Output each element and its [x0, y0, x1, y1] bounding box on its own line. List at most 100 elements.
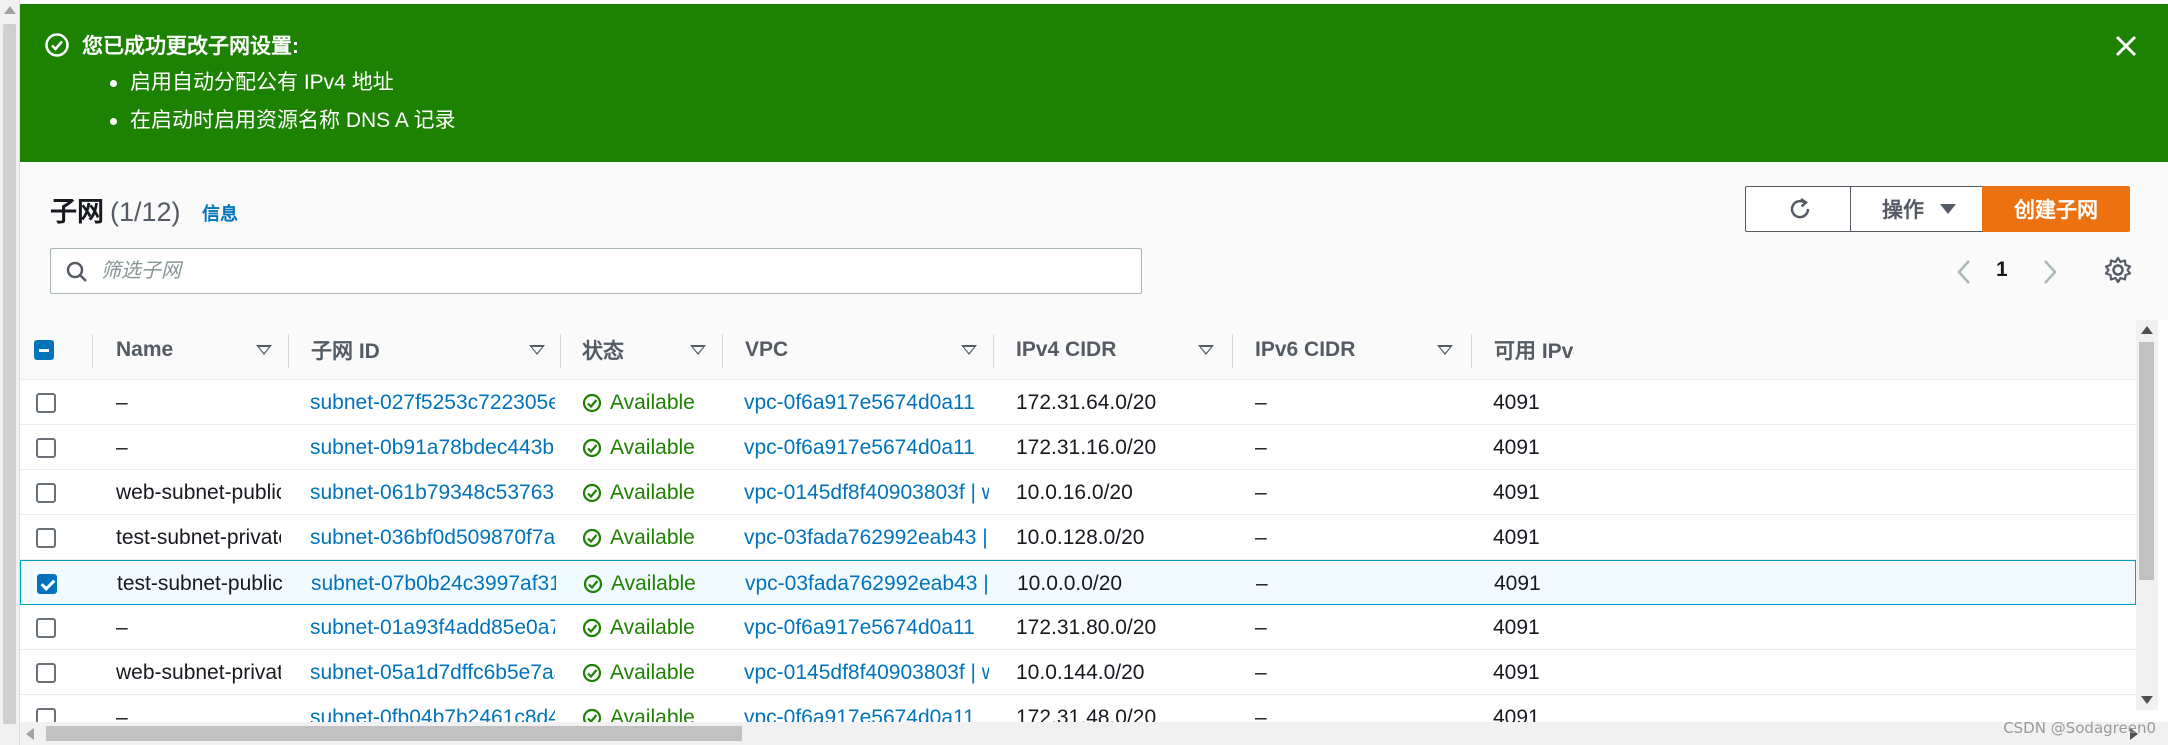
table-row[interactable]: test-subnet-private… subnet-036bf0d509870… [20, 515, 2136, 560]
column-header-available-ipv4[interactable]: 可用 IPv4 [1494, 320, 1574, 380]
cell-status: Available [582, 605, 717, 650]
cell-subnet-id[interactable]: subnet-036bf0d509870f7a3 [310, 515, 555, 560]
status-check-icon [582, 528, 602, 547]
cell-name: – [116, 390, 128, 414]
sort-caret-icon[interactable] [1437, 345, 1453, 355]
status-check-icon [582, 438, 602, 457]
table-row[interactable]: – subnet-027f5253c722305ee Available vpc-0f… [20, 380, 2136, 425]
row-checkbox[interactable] [36, 482, 56, 503]
table-hscroll-thumb[interactable] [46, 726, 742, 741]
flash-list: 启用自动分配公有 IPv4 地址 在启动时启用资源名称 DNS A 记录 [110, 68, 456, 144]
cell-vpc[interactable]: vpc-0f6a917e5674d0a11 [744, 605, 989, 650]
scroll-down-arrow-icon[interactable] [2141, 696, 2153, 704]
sort-caret-icon[interactable] [529, 345, 545, 355]
cell-status: Available [582, 470, 717, 515]
table-row[interactable]: – subnet-0b91a78bdec443b2c Available vpc-0f… [20, 425, 2136, 470]
column-header-vpc[interactable]: VPC [745, 320, 995, 380]
row-checkbox[interactable] [36, 617, 56, 638]
row-checkbox[interactable] [36, 527, 56, 548]
page-scroll-thumb[interactable] [3, 24, 16, 724]
current-page-number[interactable]: 1 [1996, 258, 2008, 282]
success-flashbar: 您已成功更改子网设置: 启用自动分配公有 IPv4 地址 在启动时启用资源名称 … [20, 4, 2168, 162]
sort-caret-icon[interactable] [1198, 345, 1214, 355]
close-icon[interactable] [2112, 32, 2140, 60]
column-header-label: IPv4 CIDR [1016, 338, 1117, 361]
cell-subnet-id[interactable]: subnet-07b0b24c3997af31b [311, 561, 556, 606]
row-select-cell [36, 425, 56, 470]
search-input[interactable] [101, 255, 1121, 287]
table-header: Name 子网 ID 状态 VPC IPv4 CIDR IPv6 CIDR 可用… [20, 320, 2136, 380]
flash-title: 您已成功更改子网设置: [82, 35, 299, 58]
column-header-label: 子网 ID [311, 340, 380, 363]
row-checkbox[interactable] [36, 392, 56, 413]
subnets-panel: 子网(1/12) 信息 操作 创建子网 1 [20, 162, 2168, 745]
sort-caret-icon[interactable] [690, 345, 706, 355]
table-vertical-scrollbar[interactable] [2136, 320, 2158, 710]
create-subnet-button[interactable]: 创建子网 [1982, 186, 2130, 232]
cell-subnet-id[interactable]: subnet-061b79348c5376390 [310, 470, 555, 515]
flash-list-item: 启用自动分配公有 IPv4 地址 [110, 68, 456, 106]
cell-vpc[interactable]: vpc-03fada762992eab43 | test… [744, 515, 989, 560]
cell-status: Available [582, 650, 717, 695]
search-icon [66, 261, 87, 282]
scroll-left-arrow-icon[interactable] [26, 728, 34, 740]
cell-subnet-id[interactable]: subnet-027f5253c722305ee [310, 380, 555, 425]
table-horizontal-scrollbar[interactable] [20, 722, 2168, 745]
cell-subnet-id[interactable]: subnet-01a93f4add85e0a74 [310, 605, 555, 650]
cell-vpc[interactable]: vpc-03fada762992eab43 | test… [745, 561, 990, 606]
cell-vpc[interactable]: vpc-0145df8f40903803f | web… [744, 470, 989, 515]
chevron-right-icon[interactable] [2036, 256, 2064, 288]
cell-name: test-subnet-public1… [117, 571, 282, 595]
subnets-table: Name 子网 ID 状态 VPC IPv4 CIDR IPv6 CIDR 可用… [20, 320, 2168, 745]
cell-subnet-id[interactable]: subnet-05a1d7dffc6b5e7aa [310, 650, 555, 695]
cell-ipv6-cidr: – [1255, 390, 1267, 414]
cell-ipv4-cidr: 10.0.0.0/20 [1017, 571, 1123, 595]
refresh-button[interactable] [1745, 186, 1855, 232]
cell-vpc[interactable]: vpc-0145df8f40903803f | web… [744, 650, 989, 695]
row-checkbox[interactable] [36, 437, 56, 458]
column-header-subnet-id[interactable]: 子网 ID [311, 320, 561, 380]
table-row[interactable]: – subnet-01a93f4add85e0a74 Available vpc-0f… [20, 605, 2136, 650]
status-text: Available [610, 480, 695, 504]
cell-ipv4-cidr: 172.31.80.0/20 [1016, 615, 1157, 639]
column-header-status[interactable]: 状态 [582, 320, 722, 380]
page-vertical-scrollbar[interactable] [0, 0, 20, 745]
cell-ipv4-cidr: 172.31.64.0/20 [1016, 390, 1157, 414]
cell-ipv6-cidr: – [1256, 571, 1268, 595]
refresh-icon [1790, 197, 1810, 219]
cell-ipv6-cidr: – [1255, 660, 1267, 684]
scroll-up-arrow-icon[interactable] [2141, 326, 2153, 334]
scroll-up-arrow-icon[interactable] [4, 6, 16, 14]
row-select-cell [36, 605, 56, 650]
status-text: Available [610, 660, 695, 684]
cell-subnet-id[interactable]: subnet-0b91a78bdec443b2c [310, 425, 555, 470]
column-header-label: 可用 IPv4 [1494, 340, 1574, 363]
column-header-ipv4-cidr[interactable]: IPv4 CIDR [1016, 320, 1236, 380]
status-text: Available [610, 435, 695, 459]
sort-caret-icon[interactable] [961, 345, 977, 355]
column-header-name[interactable]: Name [116, 320, 286, 380]
page-title-text: 子网 [50, 197, 104, 227]
row-select-cell [36, 470, 56, 515]
row-checkbox[interactable] [37, 573, 57, 594]
column-header-ipv6-cidr[interactable]: IPv6 CIDR [1255, 320, 1475, 380]
table-row[interactable]: web-subnet-public… subnet-061b79348c53763… [20, 470, 2136, 515]
row-checkbox[interactable] [36, 662, 56, 683]
cell-available-ipv4: 4091 [1493, 480, 1540, 504]
table-row[interactable]: test-subnet-public1… subnet-07b0b24c3997a… [20, 560, 2136, 605]
table-row[interactable]: web-subnet-private… subnet-05a1d7dffc6b5e… [20, 650, 2136, 695]
status-text: Available [610, 390, 695, 414]
chevron-left-icon[interactable] [1950, 256, 1978, 288]
sort-caret-icon[interactable] [256, 345, 272, 355]
info-link[interactable]: 信息 [202, 200, 238, 226]
gear-icon[interactable] [2102, 254, 2134, 286]
status-text: Available [611, 571, 696, 595]
cell-vpc[interactable]: vpc-0f6a917e5674d0a11 [744, 380, 989, 425]
cell-vpc[interactable]: vpc-0f6a917e5674d0a11 [744, 425, 989, 470]
select-all-checkbox[interactable] [34, 340, 54, 360]
watermark: CSDN @Sodagreen0 [2003, 719, 2156, 737]
status-check-icon [583, 574, 603, 593]
table-scroll-thumb[interactable] [2139, 342, 2154, 580]
cell-available-ipv4: 4091 [1494, 571, 1541, 595]
actions-dropdown[interactable]: 操作 [1850, 186, 1988, 232]
